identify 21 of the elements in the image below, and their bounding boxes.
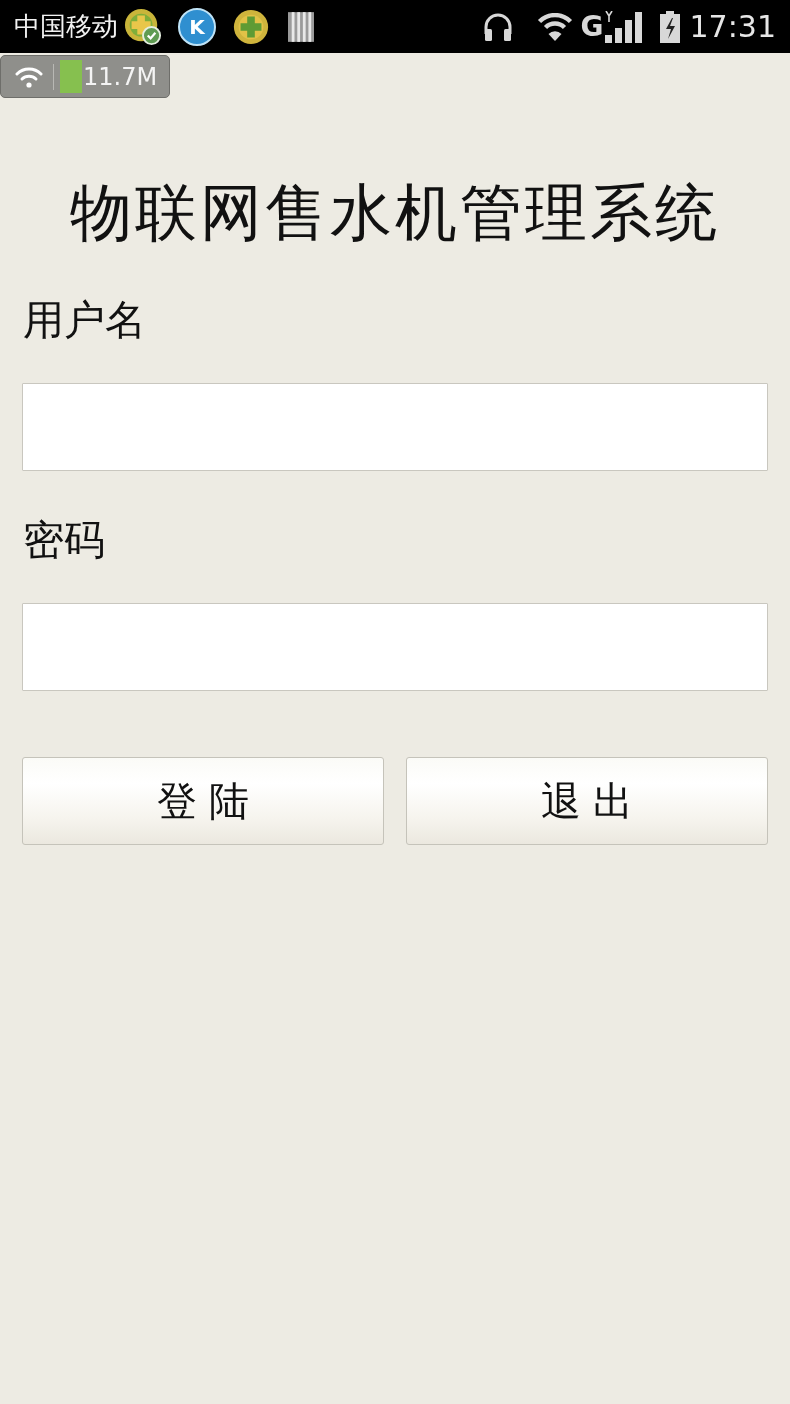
app-check-icon (124, 7, 162, 46)
wifi-icon (15, 65, 43, 88)
field-label: 用户名 (22, 295, 147, 345)
network-type-label: G (580, 11, 604, 42)
app-title: 物联网售水机管理系统 (69, 175, 721, 251)
input-field[interactable] (22, 383, 768, 471)
action-button[interactable]: 退 出 (406, 757, 768, 845)
network-speed-text: 11.7M (83, 62, 158, 91)
signal-icon (603, 10, 644, 43)
meter-bar-icon (60, 60, 82, 93)
vertical-bars-icon (288, 10, 314, 43)
action-button[interactable]: 登 陆 (22, 757, 384, 845)
plus-app-icon (232, 7, 270, 46)
input-field[interactable] (22, 603, 768, 691)
carrier-name: 中国移动 (14, 10, 118, 43)
battery-charging-icon (659, 10, 680, 43)
letter-badge-icon: K (178, 7, 216, 46)
field-label: 密码 (22, 515, 106, 565)
headphones-icon (482, 11, 513, 42)
wifi-icon (536, 12, 573, 41)
clock-time: 17:31 (689, 9, 776, 44)
